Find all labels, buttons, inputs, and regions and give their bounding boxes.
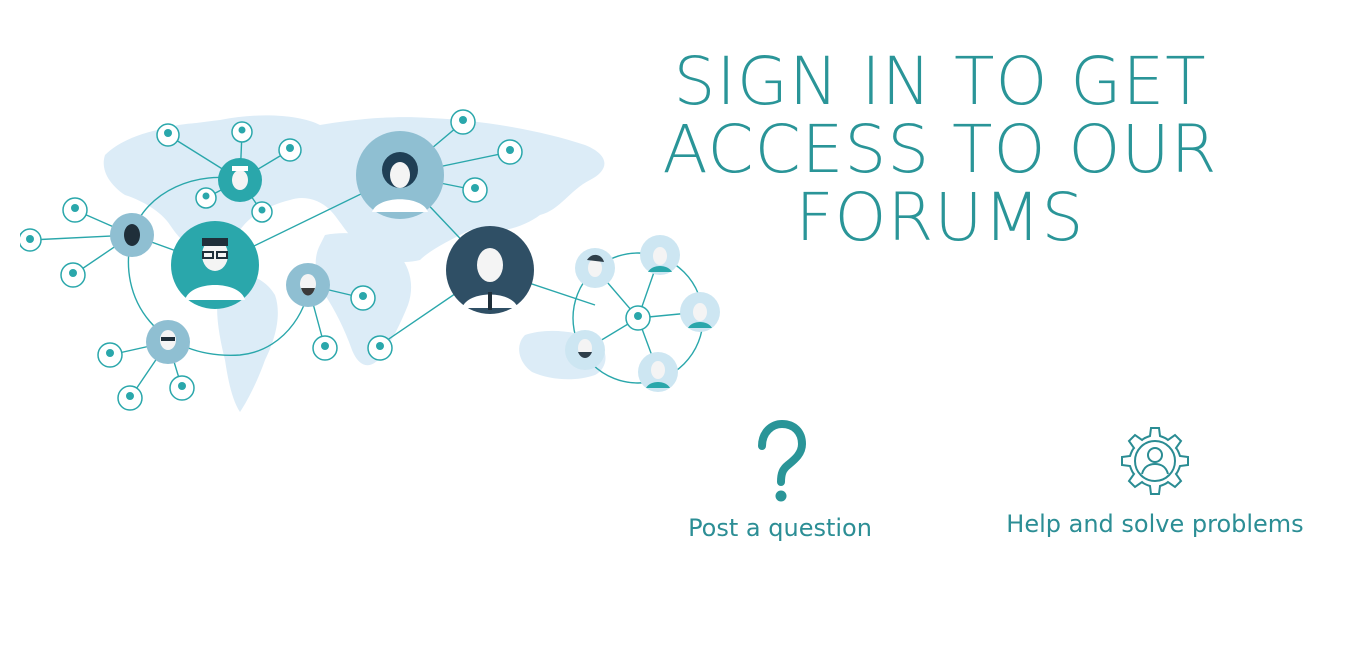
avatar-large-bald-man (446, 226, 534, 314)
help-solve-feature[interactable]: Help and solve problems (990, 420, 1320, 538)
headline-line-1: SIGN IN TO GET (673, 43, 1207, 120)
avatar-medium-dark (110, 213, 154, 257)
headline-line-2: ACCESS TO OUR (662, 111, 1218, 188)
post-question-feature[interactable]: Post a question (660, 420, 900, 542)
question-mark-icon (758, 420, 807, 502)
gear-user-icon (1121, 427, 1189, 495)
post-question-label: Post a question (688, 514, 872, 542)
forum-signin-page: SIGN IN TO GET ACCESS TO OUR FORUMS Post… (0, 0, 1350, 650)
avatar-medium-bearded (286, 263, 330, 307)
avatar-medium-glasses (146, 320, 190, 364)
avatar-large-woman (356, 131, 444, 219)
avatar-medium-nurse (218, 158, 262, 202)
headline-line-3: FORUMS (795, 179, 1085, 256)
help-solve-label: Help and solve problems (1006, 510, 1304, 538)
avatar-large-man-glasses (171, 221, 259, 309)
signin-headline: SIGN IN TO GET ACCESS TO OUR FORUMS (620, 48, 1260, 252)
